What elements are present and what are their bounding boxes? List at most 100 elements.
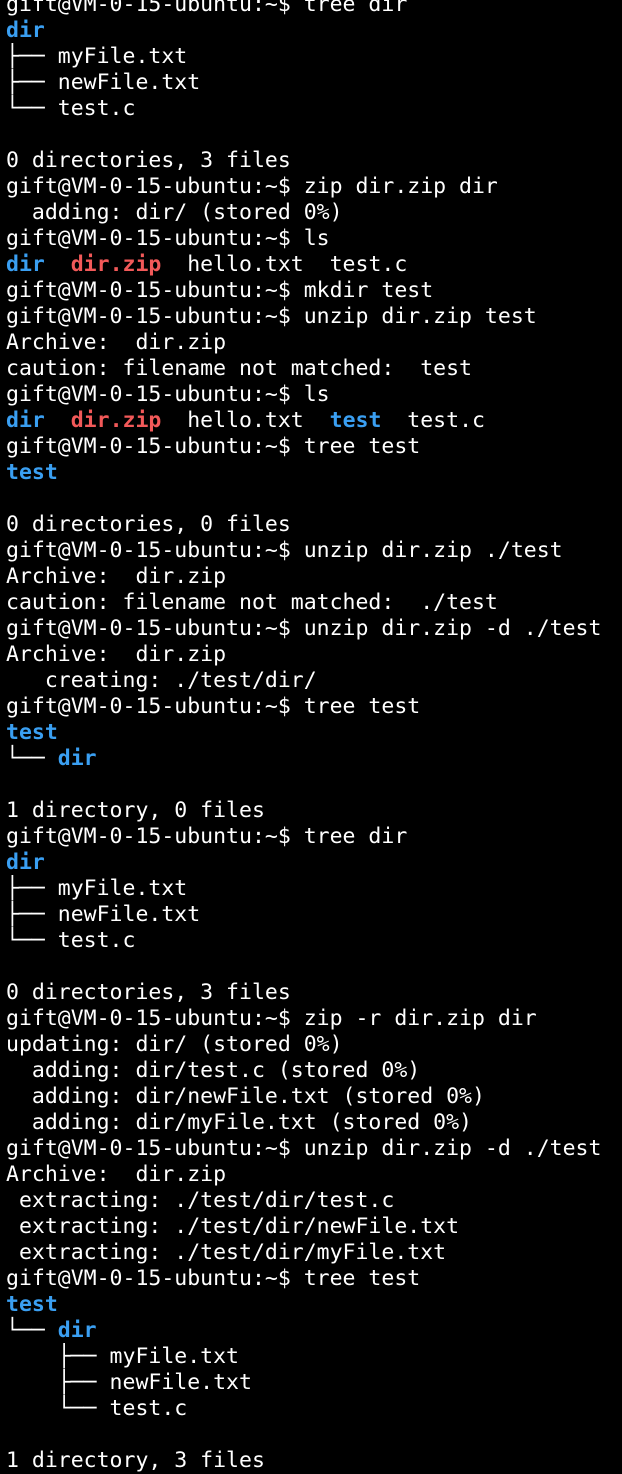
terminal-text: gift@VM-0-15-ubuntu:~$ zip dir.zip dir <box>6 174 498 199</box>
terminal-line: adding: dir/myFile.txt (stored 0%) <box>6 1110 622 1136</box>
terminal-line: └── test.c <box>6 928 622 954</box>
terminal-text: └── <box>6 746 58 771</box>
terminal-text: └── test.c <box>6 1396 188 1421</box>
terminal-text: gift@VM-0-15-ubuntu:~$ zip -r dir.zip di… <box>6 1006 537 1031</box>
terminal-text: ├── newFile.txt <box>6 70 201 95</box>
terminal-line: creating: ./test/dir/ <box>6 668 622 694</box>
terminal-line: gift@VM-0-15-ubuntu:~$ tree test <box>6 434 622 460</box>
terminal-text: hello.txt <box>161 408 330 433</box>
terminal-text: caution: filename not matched: test <box>6 356 472 381</box>
terminal-line: 0 directories, 3 files <box>6 148 622 174</box>
directory-name: dir <box>57 746 97 771</box>
directory-name: test <box>6 1292 58 1317</box>
terminal-text: └── test.c <box>6 928 136 953</box>
terminal-line: ├── newFile.txt <box>6 70 622 96</box>
terminal-text: gift@VM-0-15-ubuntu:~$ unzip dir.zip -d … <box>6 616 602 641</box>
terminal-line: 1 directory, 3 files <box>6 1448 622 1474</box>
terminal-text: adding: dir/ (stored 0%) <box>6 200 343 225</box>
terminal-line: Archive: dir.zip <box>6 642 622 668</box>
terminal-line: 0 directories, 0 files <box>6 512 622 538</box>
terminal-text: gift@VM-0-15-ubuntu:~$ unzip dir.zip -d … <box>6 1136 602 1161</box>
terminal-line: gift@VM-0-15-ubuntu:~$ tree test <box>6 694 622 720</box>
terminal-line: updating: dir/ (stored 0%) <box>6 1032 622 1058</box>
terminal-text: gift@VM-0-15-ubuntu:~$ unzip dir.zip tes… <box>6 304 537 329</box>
terminal-text: └── test.c <box>6 96 136 121</box>
terminal-line: ├── myFile.txt <box>6 1344 622 1370</box>
directory-name: test <box>6 460 58 485</box>
terminal-text: Archive: dir.zip <box>6 1162 227 1187</box>
terminal-line: extracting: ./test/dir/test.c <box>6 1188 622 1214</box>
terminal-text: ├── myFile.txt <box>6 1344 239 1369</box>
terminal-line: gift@VM-0-15-ubuntu:~$ mkdir test <box>6 278 622 304</box>
directory-name: dir <box>6 408 45 433</box>
terminal-text: gift@VM-0-15-ubuntu:~$ ls <box>6 382 330 407</box>
terminal-text: 1 directory, 0 files <box>6 798 265 823</box>
terminal-line: extracting: ./test/dir/newFile.txt <box>6 1214 622 1240</box>
terminal-line: ├── newFile.txt <box>6 1370 622 1396</box>
terminal-text: └── <box>6 1318 58 1343</box>
terminal-text: ├── newFile.txt <box>6 1370 252 1395</box>
terminal-line: Archive: dir.zip <box>6 1162 622 1188</box>
terminal-text: hello.txt test.c <box>161 252 408 277</box>
directory-name: test <box>6 720 58 745</box>
terminal-text: gift@VM-0-15-ubuntu:~$ tree test <box>6 694 421 719</box>
terminal-text: extracting: ./test/dir/newFile.txt <box>6 1214 460 1239</box>
terminal-line: caution: filename not matched: test <box>6 356 622 382</box>
terminal-line: gift@VM-0-15-ubuntu:~$ unzip dir.zip tes… <box>6 304 622 330</box>
terminal-text: ├── myFile.txt <box>6 44 188 69</box>
terminal-text: gift@VM-0-15-ubuntu:~$ tree dir <box>6 0 408 17</box>
terminal-line: caution: filename not matched: ./test <box>6 590 622 616</box>
terminal-line: ├── myFile.txt <box>6 876 622 902</box>
terminal-line: gift@VM-0-15-ubuntu:~$ zip -r dir.zip di… <box>6 1006 622 1032</box>
terminal-text: extracting: ./test/dir/myFile.txt <box>6 1240 447 1265</box>
terminal-line: adding: dir/ (stored 0%) <box>6 200 622 226</box>
terminal-text: gift@VM-0-15-ubuntu:~$ mkdir test <box>6 278 434 303</box>
terminal-text: 0 directories, 3 files <box>6 980 291 1005</box>
terminal-line: dir <box>6 18 622 44</box>
terminal-output[interactable]: gift@VM-0-15-ubuntu:~$ tree dir dir ├── my… <box>0 0 622 1474</box>
terminal-line: test <box>6 460 622 486</box>
terminal-line: Archive: dir.zip <box>6 564 622 590</box>
terminal-line: gift@VM-0-15-ubuntu:~$ ls <box>6 382 622 408</box>
terminal-text: gift@VM-0-15-ubuntu:~$ ls <box>6 226 330 251</box>
archive-name: dir.zip <box>70 408 162 433</box>
terminal-line: gift@VM-0-15-ubuntu:~$ unzip dir.zip -d … <box>6 1136 622 1162</box>
terminal-text: Archive: dir.zip <box>6 642 227 667</box>
terminal-text: adding: dir/newFile.txt (stored 0%) <box>6 1084 485 1109</box>
directory-name: dir <box>57 1318 97 1343</box>
terminal-line: 1 directory, 0 files <box>6 798 622 824</box>
terminal-line: extracting: ./test/dir/myFile.txt <box>6 1240 622 1266</box>
terminal-line: └── dir <box>6 1318 622 1344</box>
terminal-text: extracting: ./test/dir/test.c <box>6 1188 395 1213</box>
terminal-text: gift@VM-0-15-ubuntu:~$ tree test <box>6 1266 421 1291</box>
terminal-line: gift@VM-0-15-ubuntu:~$ ls <box>6 226 622 252</box>
terminal-line: gift@VM-0-15-ubuntu:~$ unzip dir.zip -d … <box>6 616 622 642</box>
terminal-line: └── dir <box>6 746 622 772</box>
terminal-line: gift@VM-0-15-ubuntu:~$ unzip dir.zip ./t… <box>6 538 622 564</box>
terminal-text: adding: dir/test.c (stored 0%) <box>6 1058 421 1083</box>
terminal-text: Archive: dir.zip <box>6 564 227 589</box>
terminal-line: 0 directories, 3 files <box>6 980 622 1006</box>
terminal-line: gift@VM-0-15-ubuntu:~$ tree test <box>6 1266 622 1292</box>
terminal-line: ├── newFile.txt <box>6 902 622 928</box>
directory-name: dir <box>6 18 45 43</box>
terminal-line: gift@VM-0-15-ubuntu:~$ tree dir <box>6 824 622 850</box>
terminal-text: 0 directories, 3 files <box>6 148 291 173</box>
terminal-text: Archive: dir.zip <box>6 330 227 355</box>
terminal-line: dir dir.zip hello.txt test test.c <box>6 408 622 434</box>
terminal-line: dir dir.zip hello.txt test.c <box>6 252 622 278</box>
directory-name: test <box>329 408 382 433</box>
terminal-line: gift@VM-0-15-ubuntu:~$ zip dir.zip dir <box>6 174 622 200</box>
terminal-line: Archive: dir.zip <box>6 330 622 356</box>
terminal-line: └── test.c <box>6 1396 622 1422</box>
terminal-line: adding: dir/newFile.txt (stored 0%) <box>6 1084 622 1110</box>
terminal-text: gift@VM-0-15-ubuntu:~$ tree test <box>6 434 421 459</box>
terminal-text: 1 directory, 3 files <box>6 1448 265 1473</box>
terminal-text: ├── newFile.txt <box>6 902 201 927</box>
